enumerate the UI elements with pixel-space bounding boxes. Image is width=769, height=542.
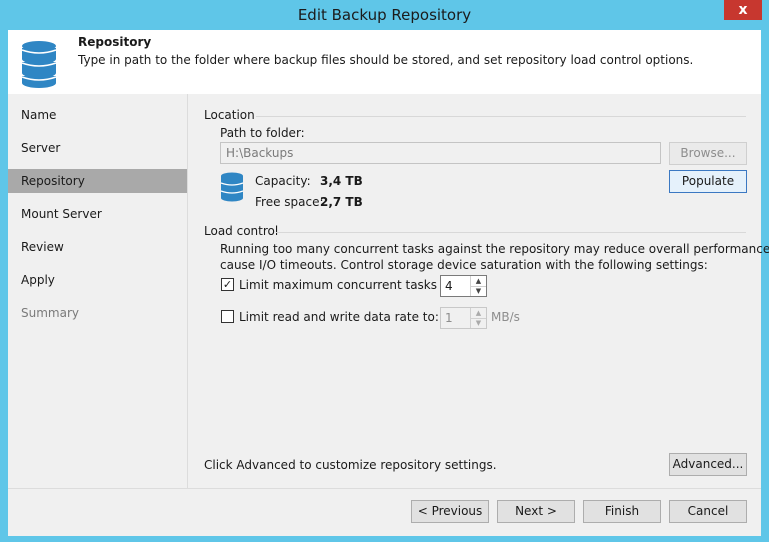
limit-rate-stepper[interactable]: 1 ▲ ▼	[440, 307, 487, 329]
free-space-value: 2,7 TB	[320, 195, 363, 209]
nav-item-name[interactable]: Name	[8, 103, 187, 127]
load-control-divider	[276, 232, 746, 233]
limit-tasks-checkbox[interactable]: ✓	[221, 278, 234, 291]
content-panel: Location Path to folder: H:\Backups Brow…	[188, 94, 769, 488]
next-button[interactable]: Next >	[497, 500, 575, 523]
storage-icon	[220, 172, 244, 205]
limit-rate-checkbox[interactable]	[221, 310, 234, 323]
rate-unit: MB/s	[491, 310, 520, 324]
limit-tasks-stepper[interactable]: 4 ▲ ▼	[440, 275, 487, 297]
cancel-button[interactable]: Cancel	[669, 500, 747, 523]
location-group-label: Location	[204, 108, 255, 122]
nav-item-server[interactable]: Server	[8, 136, 187, 160]
title-bar: Edit Backup Repository x	[0, 0, 769, 30]
wizard-footer: < Previous Next > Finish Cancel	[8, 488, 761, 536]
nav-item-summary: Summary	[21, 306, 79, 320]
header-description: Type in path to the folder where backup …	[78, 53, 694, 67]
close-icon: x	[738, 2, 748, 18]
window-title: Edit Backup Repository	[297, 6, 472, 24]
nav-item-review[interactable]: Review	[8, 235, 187, 259]
spin-down-icon[interactable]: ▼	[471, 318, 486, 328]
finish-button[interactable]: Finish	[583, 500, 661, 523]
populate-button[interactable]: Populate	[669, 170, 747, 193]
spin-arrows: ▲ ▼	[470, 308, 486, 328]
spin-arrows: ▲ ▼	[470, 276, 486, 296]
nav-item-repository[interactable]: Repository	[8, 169, 187, 193]
limit-rate-label: Limit read and write data rate to:	[239, 310, 439, 324]
advanced-hint: Click Advanced to customize repository s…	[204, 458, 497, 472]
browse-button[interactable]: Browse...	[669, 142, 747, 165]
wizard-nav: Name Server Repository Mount Server Revi…	[8, 94, 188, 488]
limit-tasks-value: 4	[445, 279, 453, 293]
close-button[interactable]: x	[724, 0, 762, 20]
load-control-description-line1: Running too many concurrent tasks agains…	[220, 242, 769, 256]
database-icon	[20, 40, 58, 91]
path-input[interactable]: H:\Backups	[220, 142, 661, 164]
header-title: Repository	[78, 35, 152, 49]
load-control-description-line2: cause I/O timeouts. Control storage devi…	[220, 258, 708, 272]
dialog-client: Repository Type in path to the folder wh…	[8, 30, 769, 536]
header-panel: Repository Type in path to the folder wh…	[8, 30, 761, 94]
nav-item-apply[interactable]: Apply	[8, 268, 187, 292]
location-divider	[256, 116, 746, 117]
advanced-button[interactable]: Advanced...	[669, 453, 747, 476]
limit-rate-value: 1	[445, 311, 453, 325]
checkmark-icon: ✓	[222, 278, 233, 291]
spin-down-icon[interactable]: ▼	[471, 286, 486, 296]
limit-tasks-label: Limit maximum concurrent tasks to:	[239, 278, 457, 292]
path-label: Path to folder:	[220, 126, 305, 140]
free-space-label: Free space:	[255, 195, 324, 209]
capacity-value: 3,4 TB	[320, 174, 363, 188]
nav-item-mount-server[interactable]: Mount Server	[8, 202, 187, 226]
previous-button[interactable]: < Previous	[411, 500, 489, 523]
load-control-group-label: Load control	[204, 224, 279, 238]
capacity-label: Capacity:	[255, 174, 311, 188]
